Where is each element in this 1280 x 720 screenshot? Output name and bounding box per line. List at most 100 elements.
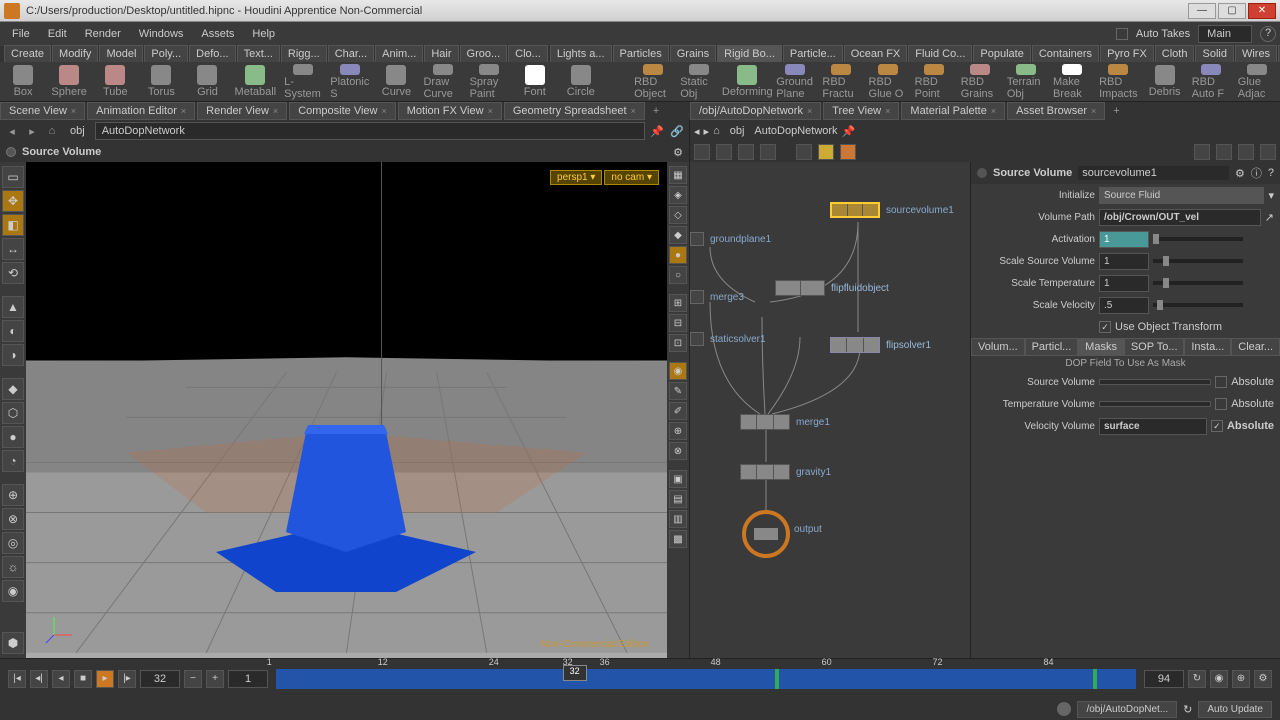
tl-opt-a[interactable]: ↻ xyxy=(1188,670,1206,688)
pane-tab[interactable]: Motion FX View × xyxy=(398,102,502,120)
param-tab[interactable]: Insta... xyxy=(1184,338,1231,356)
disp-r[interactable]: ▩ xyxy=(669,530,687,548)
shelf-tab[interactable]: Rigid Bo... xyxy=(717,45,782,62)
shelf-tab[interactable]: Particles xyxy=(613,45,669,62)
disp-a[interactable]: ▦ xyxy=(669,166,687,184)
arrow-tool[interactable]: ▲ xyxy=(2,296,24,318)
disp-m[interactable]: ⊕ xyxy=(669,422,687,440)
disp-b[interactable]: ◈ xyxy=(669,186,687,204)
disp-h[interactable]: ⊟ xyxy=(669,314,687,332)
shelf-tool[interactable]: Make Break xyxy=(1053,64,1091,100)
shelf-tab[interactable]: Clo... xyxy=(508,45,548,62)
tool-c[interactable]: ◑ xyxy=(2,344,24,366)
net-tool-h[interactable] xyxy=(1238,144,1254,160)
play-button[interactable]: ▸ xyxy=(96,670,114,688)
node-merge1[interactable]: merge1 xyxy=(740,414,830,430)
handle-tool[interactable]: ✥ xyxy=(2,190,24,212)
param-tab[interactable]: Clear... xyxy=(1231,338,1280,356)
scale-velocity-input[interactable]: .5 xyxy=(1099,297,1149,314)
scale-source-volume-slider[interactable] xyxy=(1153,259,1243,263)
shelf-tab[interactable]: Create xyxy=(4,45,51,62)
shelf-tab[interactable]: Groo... xyxy=(460,45,508,62)
prev-key-button[interactable]: ◂| xyxy=(30,670,48,688)
disp-g[interactable]: ⊞ xyxy=(669,294,687,312)
info-icon[interactable]: ⓘ xyxy=(1251,165,1262,181)
minimize-button[interactable]: — xyxy=(1188,3,1216,19)
disp-c[interactable]: ◇ xyxy=(669,206,687,224)
scale-source-volume-input[interactable]: 1 xyxy=(1099,253,1149,270)
pane-tab[interactable]: Tree View × xyxy=(823,102,899,120)
shelf-tab[interactable]: Cloth xyxy=(1155,45,1195,62)
tl-opt-d[interactable]: ⚙ xyxy=(1254,670,1272,688)
tool-m[interactable]: ⬢ xyxy=(2,632,24,654)
net-pin-icon[interactable]: 📌 xyxy=(842,125,856,138)
path-seg-network[interactable]: AutoDopNetwork xyxy=(95,122,645,140)
pane-tab[interactable]: Animation Editor × xyxy=(87,102,195,120)
param-tab[interactable]: SOP To... xyxy=(1124,338,1185,356)
gear-icon[interactable]: ⚙ xyxy=(1235,167,1245,180)
shelf-tool[interactable]: Tube xyxy=(96,64,134,100)
net-tool-e[interactable] xyxy=(796,144,812,160)
pane-tab[interactable]: Render View × xyxy=(197,102,287,120)
shelf-tool[interactable]: Sphere xyxy=(50,64,88,100)
nav-fwd-icon[interactable]: ▸ xyxy=(24,123,40,139)
timeline-cursor[interactable]: 32 xyxy=(563,665,587,681)
step-back-button[interactable]: ◂ xyxy=(52,670,70,688)
net-tool-c[interactable] xyxy=(738,144,754,160)
shelf-tool[interactable]: RBD Auto F xyxy=(1192,64,1230,100)
menu-assets[interactable]: Assets xyxy=(193,24,242,44)
tool-j[interactable]: ◎ xyxy=(2,532,24,554)
select-tool[interactable]: ▭ xyxy=(2,166,24,188)
net-tool-d[interactable] xyxy=(760,144,776,160)
disp-n[interactable]: ⊗ xyxy=(669,442,687,460)
tool-l[interactable]: ◉ xyxy=(2,580,24,602)
shelf-tool[interactable]: Torus xyxy=(142,64,180,100)
help-param-icon[interactable]: ? xyxy=(1268,167,1274,179)
disp-f[interactable]: ○ xyxy=(669,266,687,284)
disp-q[interactable]: ▥ xyxy=(669,510,687,528)
mask-temp-volume-abs-checkbox[interactable] xyxy=(1215,398,1227,410)
shelf-tool[interactable]: Static Obj xyxy=(680,64,718,100)
end-frame-input[interactable]: 94 xyxy=(1144,670,1184,688)
shelf-tool[interactable]: Metaball xyxy=(235,64,277,100)
node-groundplane[interactable]: groundplane1 xyxy=(690,232,771,246)
pin-icon[interactable]: 📌 xyxy=(649,123,665,139)
move-tool[interactable]: ↔ xyxy=(2,238,24,260)
tool-a[interactable]: ⟲ xyxy=(2,262,24,284)
shelf-tool[interactable]: RBD Point xyxy=(915,64,953,100)
shelf-tab[interactable]: Fluid Co... xyxy=(908,45,972,62)
shelf-tab[interactable]: Wires xyxy=(1235,45,1277,62)
shelf-tool[interactable]: Platonic S xyxy=(330,64,369,100)
first-frame-button[interactable]: |◂ xyxy=(8,670,26,688)
pane-tab[interactable]: Asset Browser × xyxy=(1007,102,1105,120)
shelf-tab[interactable]: Populate xyxy=(973,45,1030,62)
disp-o[interactable]: ▣ xyxy=(669,470,687,488)
shelf-tool[interactable]: Debris xyxy=(1146,64,1184,100)
tl-opt-c[interactable]: ⊕ xyxy=(1232,670,1250,688)
auto-update-dropdown[interactable]: Auto Update xyxy=(1198,701,1272,718)
shelf-tool[interactable]: Deforming xyxy=(726,64,768,100)
disp-l[interactable]: ✐ xyxy=(669,402,687,420)
shelf-tab[interactable]: Char... xyxy=(328,45,374,62)
net-tool-g[interactable] xyxy=(1216,144,1232,160)
node-graph[interactable]: sourcevolume1 groundplane1 flipfluidobje… xyxy=(690,162,970,658)
frame-plus-button[interactable]: + xyxy=(206,670,224,688)
menu-windows[interactable]: Windows xyxy=(131,24,192,44)
param-name[interactable]: sourcevolume1 xyxy=(1078,166,1229,180)
shelf-tab[interactable]: Rigg... xyxy=(281,45,327,62)
scale-velocity-slider[interactable] xyxy=(1153,303,1243,307)
net-path-network[interactable]: AutoDopNetwork xyxy=(754,125,837,137)
activation-input[interactable]: 1 xyxy=(1099,231,1149,248)
shelf-tool[interactable]: Draw Curve xyxy=(423,64,461,100)
mask-source-volume-abs-checkbox[interactable] xyxy=(1215,376,1227,388)
menu-help[interactable]: Help xyxy=(244,24,283,44)
param-tab[interactable]: Particl... xyxy=(1025,338,1079,356)
shelf-tool[interactable]: L-System xyxy=(284,64,322,100)
home-icon[interactable]: ⌂ xyxy=(44,123,60,139)
shelf-tab[interactable]: Defo... xyxy=(189,45,235,62)
net-tool-f[interactable] xyxy=(1194,144,1210,160)
viewport[interactable]: persp1 ▾ no cam ▾ Non-Commercial Edition xyxy=(26,162,667,658)
disp-d[interactable]: ◆ xyxy=(669,226,687,244)
pane-tab[interactable]: Composite View × xyxy=(289,102,396,120)
camera-persp-dropdown[interactable]: persp1 ▾ xyxy=(550,170,602,185)
